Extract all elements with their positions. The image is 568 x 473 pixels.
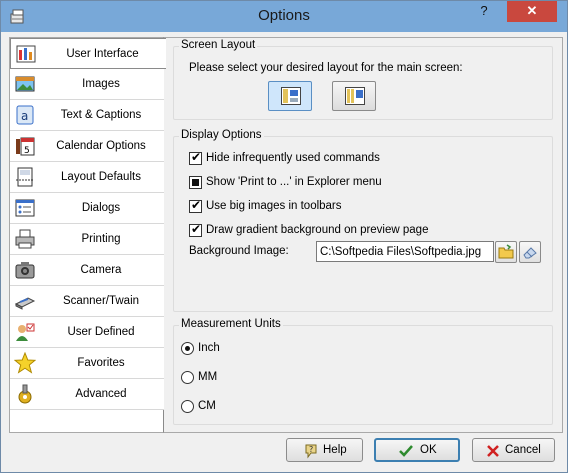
scanner-icon <box>14 297 36 310</box>
sidebar-item-label: Camera <box>80 264 122 276</box>
printer-icon <box>15 229 35 249</box>
sidebar-item-user-interface[interactable]: User Interface <box>10 38 166 69</box>
unit-inch-label[interactable]: Inch <box>198 342 220 354</box>
layout-option-2-icon <box>345 87 365 105</box>
cancel-button-label: Cancel <box>505 444 541 456</box>
sidebar-item-dialogs[interactable]: Dialogs <box>10 193 164 224</box>
star-icon <box>14 352 36 374</box>
ok-button[interactable]: OK <box>374 438 460 462</box>
sidebar-item-scanner-twain[interactable]: Scanner/Twain <box>10 286 164 317</box>
eraser-icon <box>523 247 537 259</box>
unit-mm-label[interactable]: MM <box>198 371 217 383</box>
checkmark-icon <box>399 445 413 457</box>
show-print-to-checkbox[interactable] <box>189 176 202 189</box>
sidebar-item-label: Calendar Options <box>56 140 146 152</box>
big-images-toolbars-label[interactable]: Use big images in toolbars <box>206 200 342 212</box>
sidebar-item-layout-defaults[interactable]: Layout Defaults <box>10 162 164 193</box>
screen-layout-title: Screen Layout <box>179 39 258 51</box>
options-window: Options ? ✕ User Interface Images a Text… <box>0 0 568 473</box>
help-button[interactable]: ? Help <box>286 438 363 462</box>
sidebar-item-favorites[interactable]: Favorites <box>10 348 164 379</box>
hide-infrequent-commands-checkbox[interactable] <box>189 150 202 165</box>
unit-mm-radio[interactable] <box>181 371 194 384</box>
help-button-label: Help <box>323 444 347 456</box>
title-bar[interactable]: Options ? ✕ <box>1 1 567 32</box>
dialogs-icon <box>15 199 35 217</box>
gradient-background-label[interactable]: Draw gradient background on preview page <box>206 224 428 236</box>
display-options-title: Display Options <box>179 129 264 141</box>
big-images-toolbars-checkbox[interactable] <box>189 198 202 213</box>
layout-option-1-button[interactable] <box>268 81 312 111</box>
sidebar-item-camera[interactable]: Camera <box>10 255 164 286</box>
svg-text:a: a <box>21 109 28 123</box>
gradient-background-checkbox[interactable] <box>189 222 202 237</box>
measurement-units-group <box>173 325 553 425</box>
window-close-button[interactable]: ✕ <box>507 1 557 22</box>
unit-cm-label[interactable]: CM <box>198 400 216 412</box>
cancel-button[interactable]: Cancel <box>472 438 555 462</box>
sidebar-item-text-captions[interactable]: a Text & Captions <box>10 100 164 131</box>
sidebar-item-label: Favorites <box>77 357 125 369</box>
sidebar-item-label: Dialogs <box>81 202 121 214</box>
layout-option-2-button[interactable] <box>332 81 376 111</box>
sidebar-item-label: Printing <box>81 233 121 245</box>
window-help-button[interactable]: ? <box>471 1 497 22</box>
background-image-label: Background Image: <box>189 245 289 257</box>
advanced-icon <box>18 384 32 404</box>
sidebar-item-user-defined[interactable]: User Defined <box>10 317 164 348</box>
sidebar-item-advanced[interactable]: Advanced <box>10 379 164 410</box>
layout-defaults-icon <box>16 167 34 187</box>
unit-inch-radio[interactable] <box>181 342 194 355</box>
sidebar-item-label: Advanced <box>75 388 127 400</box>
sidebar-item-images[interactable]: Images <box>10 69 164 100</box>
sidebar-item-printing[interactable]: Printing <box>10 224 164 255</box>
layout-option-1-icon <box>281 87 301 105</box>
ok-button-label: OK <box>420 444 437 456</box>
hide-infrequent-commands-label[interactable]: Hide infrequently used commands <box>206 152 380 164</box>
folder-icon <box>498 244 514 259</box>
camera-icon <box>15 262 35 279</box>
svg-text:5: 5 <box>24 146 30 156</box>
cancel-icon <box>487 445 499 457</box>
unit-cm-radio[interactable] <box>181 400 194 413</box>
sidebar-item-label: Scanner/Twain <box>62 295 140 307</box>
browse-folder-button[interactable] <box>495 241 517 263</box>
help-icon: ? <box>305 444 317 459</box>
sidebar-item-calendar-options[interactable]: 5 Calendar Options <box>10 131 164 162</box>
screen-layout-prompt: Please select your desired layout for th… <box>189 62 463 74</box>
clear-image-button[interactable] <box>519 241 541 263</box>
sidebar-item-label: Text & Captions <box>60 109 142 121</box>
text-captions-icon: a <box>16 105 34 125</box>
category-sidebar: User Interface Images a Text & Captions … <box>9 37 166 433</box>
sidebar-item-label: User Interface <box>66 48 139 60</box>
user-defined-icon <box>16 323 35 341</box>
measurement-units-title: Measurement Units <box>179 318 283 330</box>
background-image-field[interactable] <box>316 241 494 262</box>
images-icon <box>15 76 35 92</box>
sidebar-item-label: User Defined <box>67 326 135 338</box>
user-interface-icon <box>16 45 36 63</box>
svg-text:?: ? <box>309 445 313 454</box>
show-print-to-label[interactable]: Show 'Print to ...' in Explorer menu <box>206 176 382 188</box>
sidebar-item-label: Layout Defaults <box>61 171 141 183</box>
sidebar-item-label: Images <box>82 78 120 90</box>
calendar-icon: 5 <box>16 137 35 156</box>
